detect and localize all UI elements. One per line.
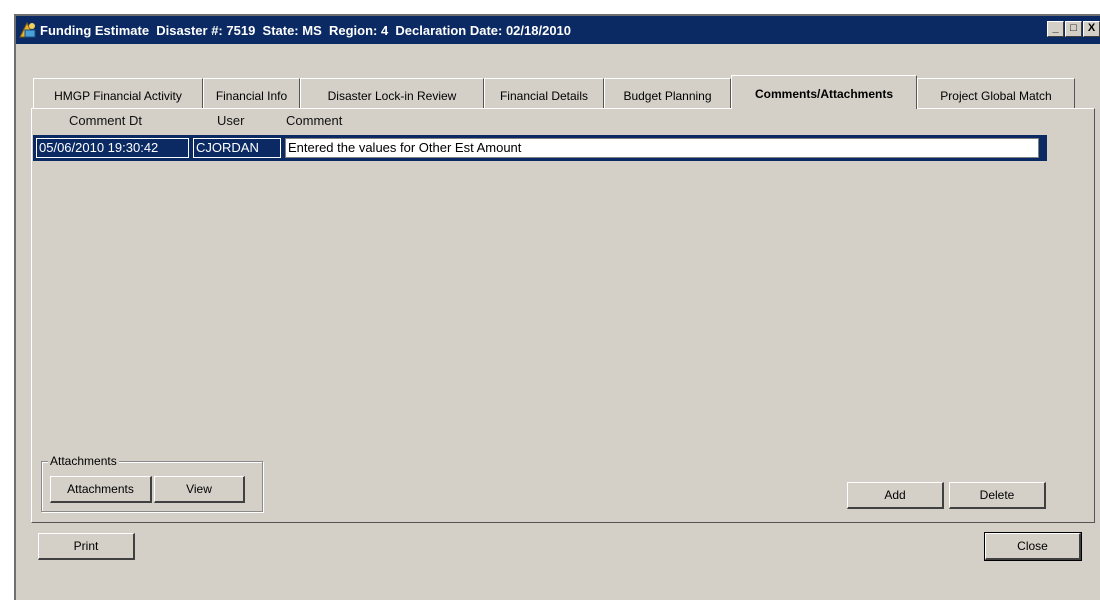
user-cell[interactable]: CJORDAN xyxy=(193,138,281,158)
funding-estimate-window: Funding Estimate Disaster #: 7519 State:… xyxy=(14,14,1100,600)
table-row[interactable]: 05/06/2010 19:30:42 CJORDAN Entered the … xyxy=(33,135,1047,161)
tab-financial-info[interactable]: Financial Info xyxy=(203,78,300,108)
app-icon xyxy=(19,21,36,38)
close-window-button[interactable]: X xyxy=(1083,21,1100,37)
attachments-group-label: Attachments xyxy=(48,454,119,468)
tab-disaster-lock-in-review[interactable]: Disaster Lock-in Review xyxy=(300,78,484,108)
print-button[interactable]: Print xyxy=(38,533,135,560)
title-bar[interactable]: Funding Estimate Disaster #: 7519 State:… xyxy=(16,16,1100,44)
comment-date-cell[interactable]: 05/06/2010 19:30:42 xyxy=(36,138,189,158)
minimize-button[interactable]: _ xyxy=(1047,21,1064,37)
comment-cell[interactable]: Entered the values for Other Est Amount xyxy=(285,138,1039,158)
tab-budget-planning[interactable]: Budget Planning xyxy=(604,78,731,108)
tab-financial-details[interactable]: Financial Details xyxy=(484,78,604,108)
tab-comments-attachments[interactable]: Comments/Attachments xyxy=(731,75,917,109)
close-button[interactable]: Close xyxy=(984,532,1082,561)
maximize-button[interactable]: □ xyxy=(1065,21,1082,37)
tab-project-global-match[interactable]: Project Global Match xyxy=(917,78,1075,108)
window-title: Funding Estimate Disaster #: 7519 State:… xyxy=(40,22,572,38)
column-header-comment[interactable]: Comment xyxy=(286,113,342,129)
view-button[interactable]: View xyxy=(154,476,245,503)
attachments-button[interactable]: Attachments xyxy=(50,476,152,503)
window-controls: _ □ X xyxy=(1046,21,1100,37)
column-header-comment-dt[interactable]: Comment Dt xyxy=(69,113,142,129)
delete-button[interactable]: Delete xyxy=(949,482,1046,509)
add-button[interactable]: Add xyxy=(847,482,944,509)
tab-hmgp-financial-activity[interactable]: HMGP Financial Activity xyxy=(33,78,203,108)
column-header-user[interactable]: User xyxy=(217,113,244,129)
